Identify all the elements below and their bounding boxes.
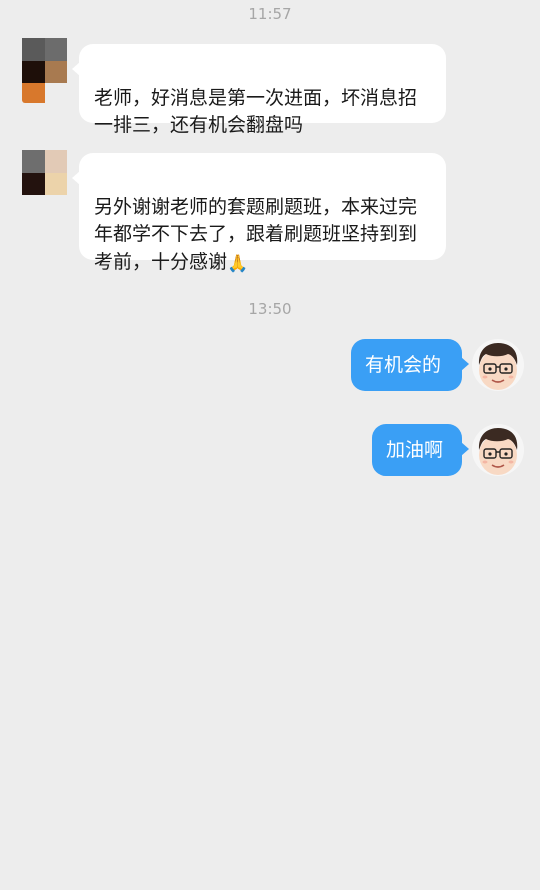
timestamp: 13:50 [248,300,292,318]
outgoing-message-bubble[interactable]: 加油啊 [372,424,469,476]
message-text: 加油啊 [386,439,444,461]
self-avatar-icon[interactable] [472,424,524,476]
contact-avatar-fragment [22,83,45,103]
contact-avatar-icon[interactable] [22,150,67,195]
self-avatar-icon[interactable] [472,339,524,391]
outgoing-message-bubble[interactable]: 有机会的 [351,339,469,391]
praying-hands-emoji: 🙏 [227,253,249,274]
incoming-message-bubble[interactable]: 另外谢谢老师的套题刷题班，本来过完年都学不下去了，跟着刷题班坚持到到考前，十分感… [72,153,446,273]
contact-avatar-icon[interactable] [22,38,67,83]
incoming-message-bubble[interactable]: 老师，好消息是第一次进面，坏消息招一排三，还有机会翻盘吗 [72,44,446,136]
message-text: 另外谢谢老师的套题刷题班，本来过完年都学不下去了，跟着刷题班坚持到到考前，十分感… [94,195,418,273]
timestamp: 11:57 [248,5,292,23]
message-text: 老师，好消息是第一次进面，坏消息招一排三，还有机会翻盘吗 [94,86,418,137]
message-text: 有机会的 [365,354,442,376]
